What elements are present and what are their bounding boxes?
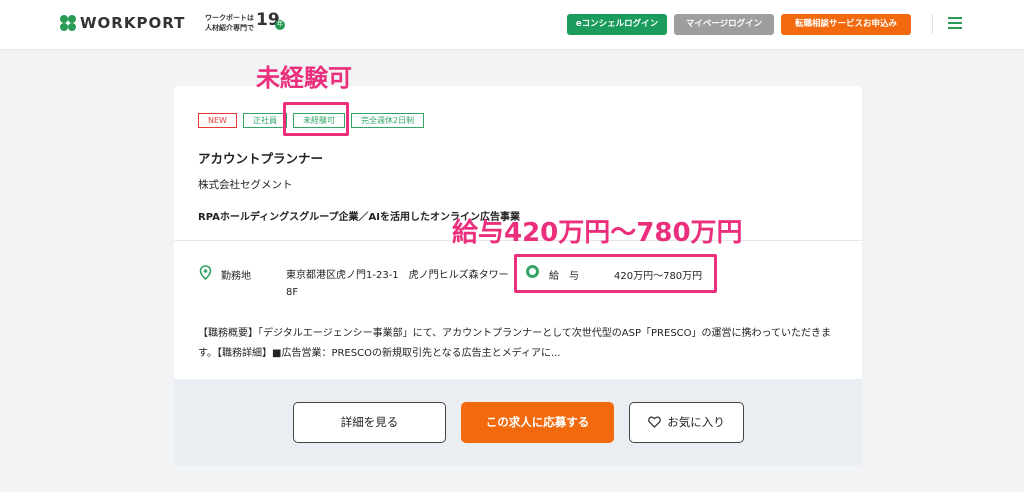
favorite-button[interactable]: お気に入り xyxy=(629,402,744,443)
mypage-login-button[interactable]: マイページログイン xyxy=(674,14,774,35)
workport-logo[interactable]: WORKPORT xyxy=(60,14,185,32)
favorite-label: お気に入り xyxy=(667,415,725,429)
apply-service-button[interactable]: 転職相談サービスお申込み xyxy=(781,14,911,35)
job-description: 【職務概要】「デジタルエージェンシー事業部」にて、アカウントプランナーとして次世… xyxy=(198,328,832,359)
hamburger-icon[interactable] xyxy=(948,17,962,31)
location-pin-icon xyxy=(199,265,212,280)
heart-icon xyxy=(648,415,662,428)
site-header: WORKPORT ワークポートは 人材紹介専門で 19 年 eコンシェルログイン… xyxy=(0,0,1024,50)
card-actions: 詳細を見る この求人に応募する お気に入り xyxy=(174,379,862,466)
tag-new: NEW xyxy=(198,113,237,128)
apply-job-button[interactable]: この求人に応募する xyxy=(461,402,614,443)
location-label: 勤務地 xyxy=(221,271,251,282)
annotation-label-salary: 給与420万円〜780万円 xyxy=(452,218,743,248)
annotation-highlight-tag xyxy=(283,102,349,136)
tagline: ワークポートは 人材紹介専門で xyxy=(205,13,254,33)
annotation-highlight-salary xyxy=(514,254,717,293)
location-value: 東京都港区虎ノ門1-23-1 虎ノ門ヒルズ森タワー8F xyxy=(286,270,509,298)
clover-icon xyxy=(60,15,76,31)
tag-weekends-off: 完全週休2日制 xyxy=(350,113,425,128)
company-name: 株式会社セグメント xyxy=(198,179,293,191)
tagline-line1: ワークポートは xyxy=(205,14,254,22)
annotation-label-no-experience: 未経験可 xyxy=(256,64,352,92)
logo-text: WORKPORT xyxy=(80,14,186,32)
concierge-login-button[interactable]: eコンシェルログイン xyxy=(567,14,667,35)
header-divider xyxy=(932,14,933,34)
tagline-line2: 人材紹介専門で xyxy=(205,24,254,32)
tagline-years-unit: 年 xyxy=(275,20,285,30)
job-title[interactable]: アカウントプランナー xyxy=(198,148,323,167)
tag-fulltime: 正社員 xyxy=(242,113,287,128)
view-details-button[interactable]: 詳細を見る xyxy=(293,402,446,443)
